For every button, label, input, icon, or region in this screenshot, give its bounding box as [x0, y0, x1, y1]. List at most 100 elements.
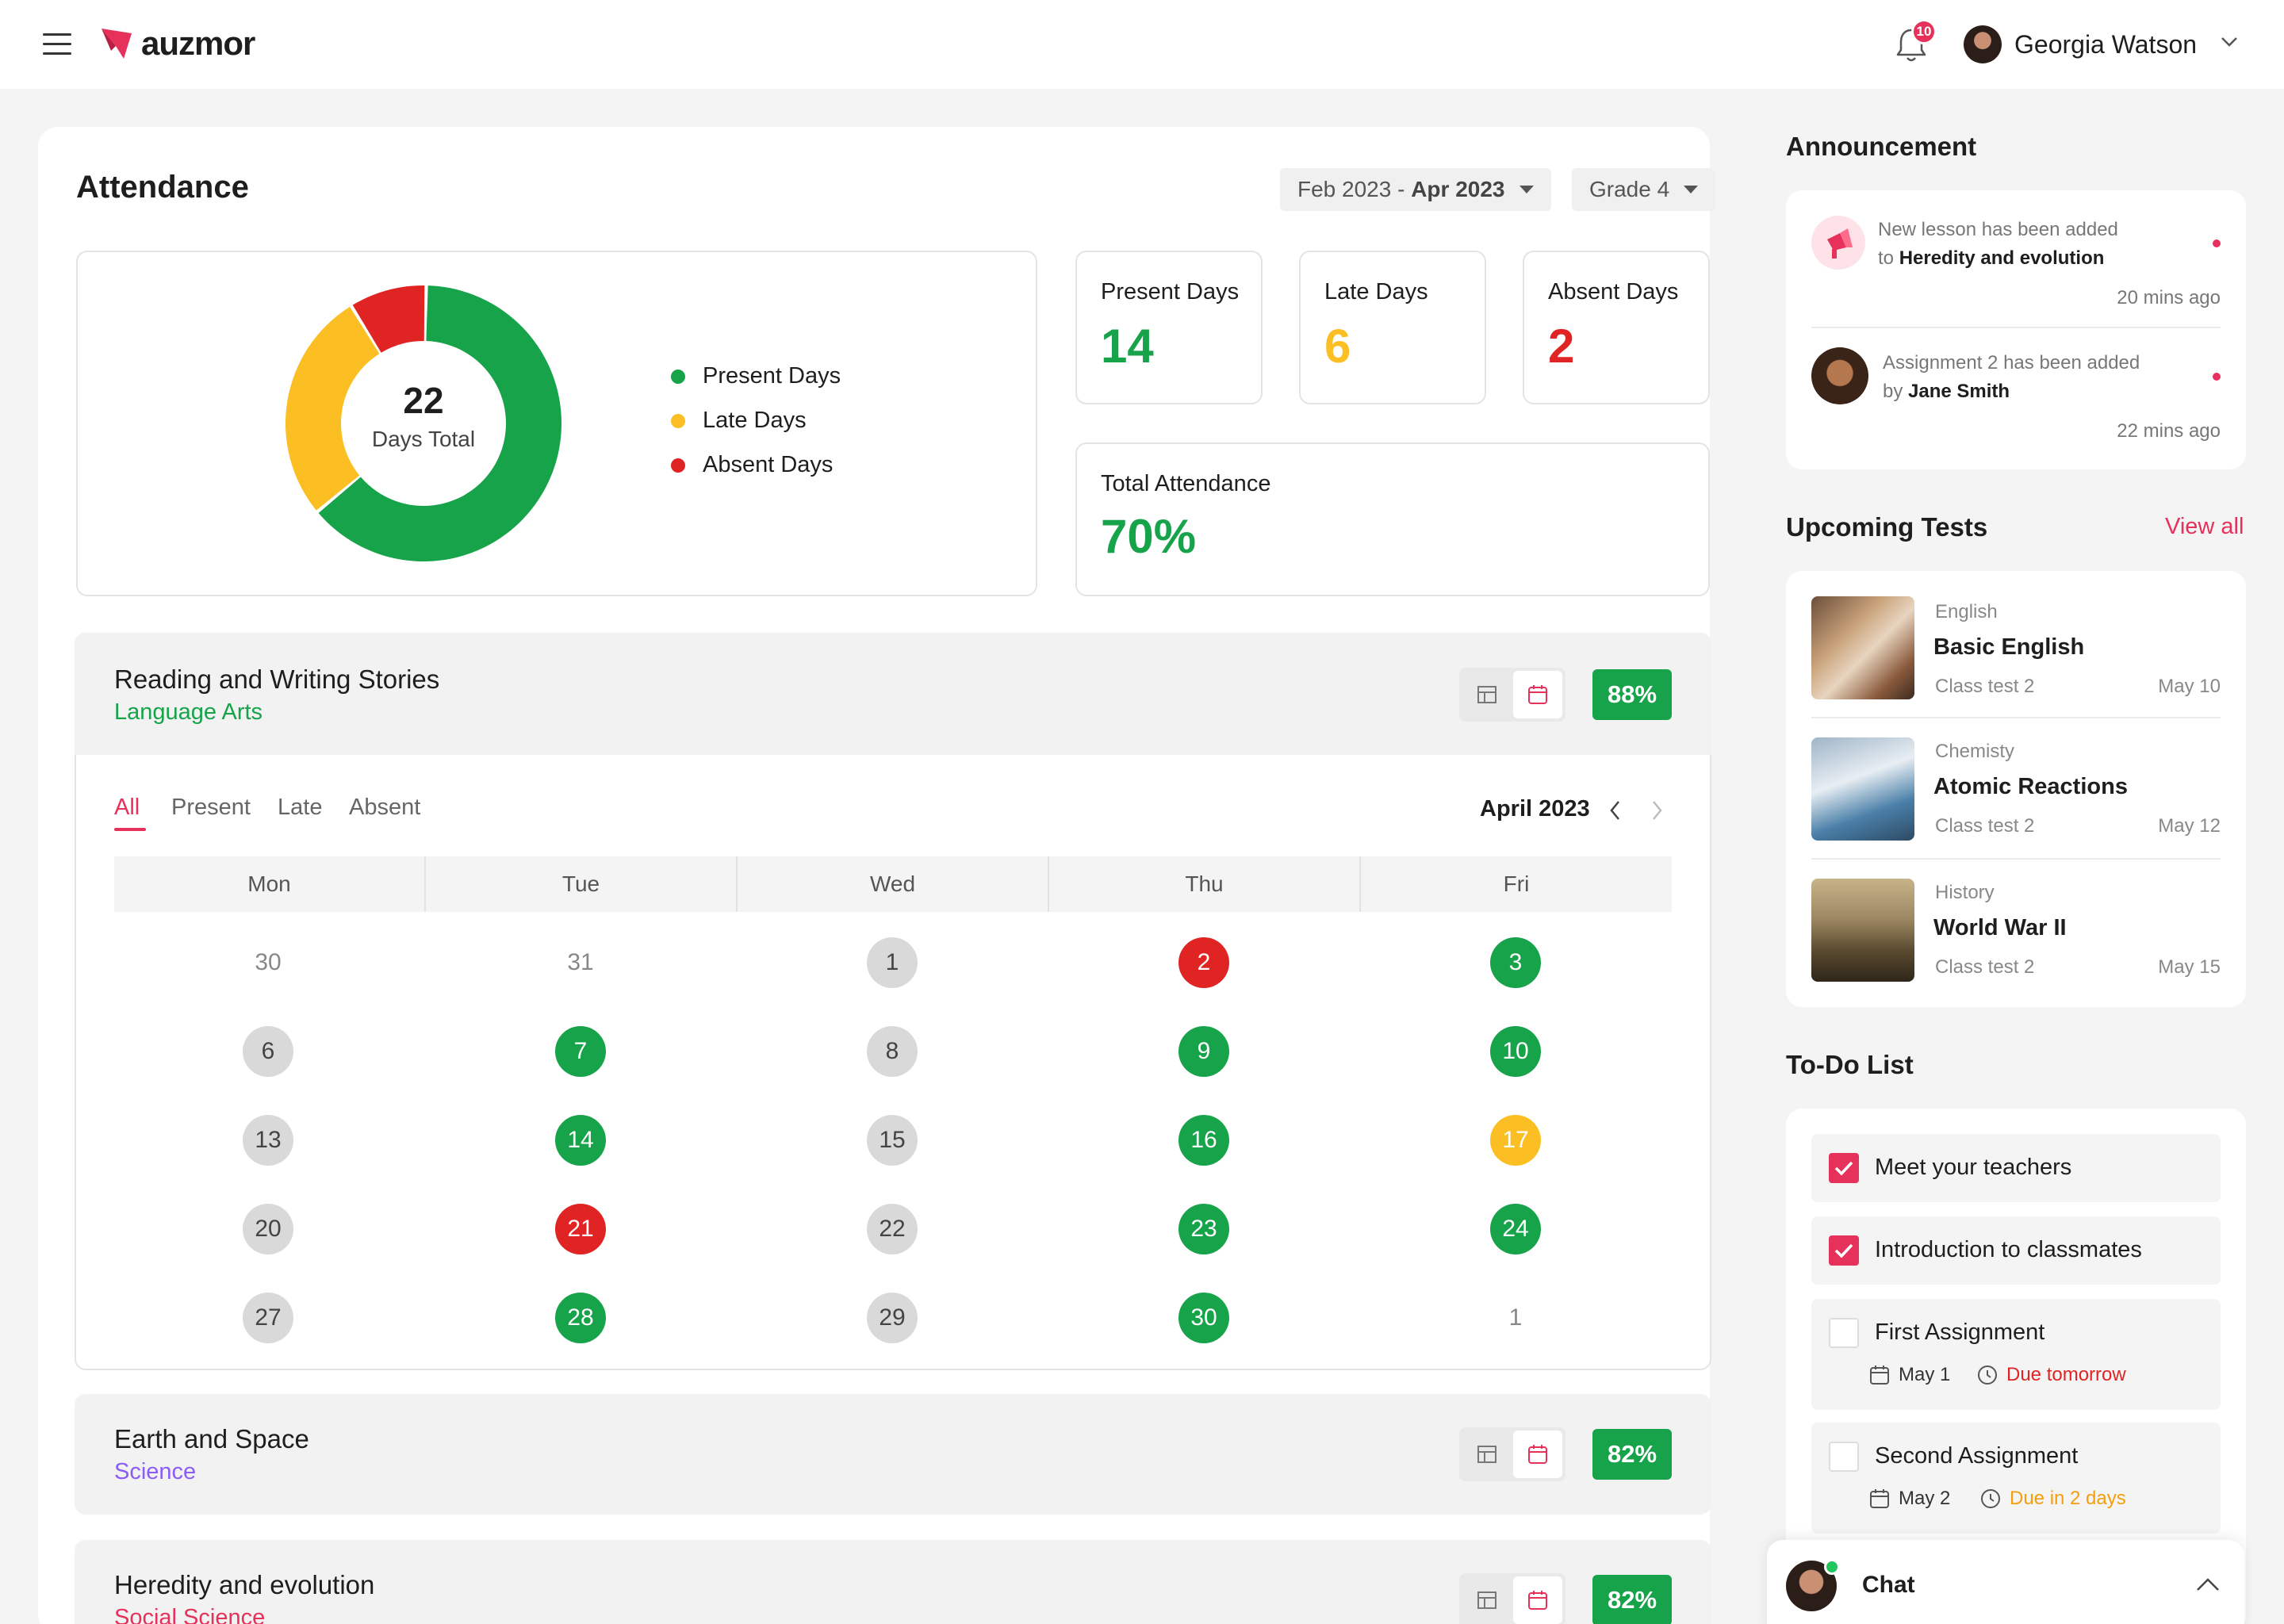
chat-label: Chat — [1862, 1572, 1915, 1598]
todo-item[interactable] — [1811, 1299, 2221, 1410]
subject-percent-badge: 82% — [1592, 1575, 1672, 1624]
calendar-day-present[interactable]: 28 — [555, 1293, 606, 1343]
legend-dot-present — [671, 369, 685, 384]
todo-date-label: May 1 — [1899, 1364, 1951, 1385]
notification-count-badge: 10 — [1911, 19, 1937, 44]
menu-icon[interactable] — [43, 33, 71, 56]
todo-checkbox[interactable] — [1829, 1153, 1859, 1183]
calendar-day-present[interactable]: 7 — [555, 1026, 606, 1077]
megaphone-icon — [1811, 216, 1865, 270]
tab-all[interactable]: All — [114, 795, 140, 821]
grade-filter-label: Grade 4 — [1589, 177, 1670, 201]
todo-checkbox[interactable] — [1829, 1318, 1859, 1348]
tab-absent[interactable]: Absent — [349, 795, 420, 821]
todo-item[interactable] — [1811, 1423, 2221, 1534]
logo-mark-icon — [102, 29, 132, 59]
chevron-up-icon[interactable] — [2195, 1576, 2221, 1592]
calendar-day-none[interactable]: 29 — [867, 1293, 918, 1343]
test-thumbnail — [1811, 596, 1914, 699]
test-name[interactable]: Basic English — [1933, 634, 2084, 661]
calendar-day-present[interactable]: 3 — [1490, 937, 1541, 988]
present-days-value: 14 — [1101, 320, 1154, 373]
calendar-day-present[interactable]: 16 — [1178, 1115, 1229, 1166]
announcement-link[interactable]: Heredity and evolution — [1899, 247, 2105, 269]
announcement-link[interactable]: Jane Smith — [1908, 381, 2010, 402]
caret-down-icon — [1519, 186, 1534, 193]
calendar-view-button[interactable] — [1513, 1576, 1562, 1624]
chevron-down-icon[interactable] — [2221, 36, 2238, 48]
test-subtitle: Class test 2 — [1935, 956, 2035, 978]
calendar-day-none[interactable]: 20 — [243, 1204, 293, 1254]
announcement-title: Announcement — [1786, 132, 1977, 161]
calendar-day-none[interactable]: 13 — [243, 1115, 293, 1166]
calendar-day-none[interactable]: 15 — [867, 1115, 918, 1166]
calendar-day-out[interactable]: 30 — [243, 937, 293, 988]
total-attendance-label: Total Attendance — [1101, 471, 1271, 496]
announcement-item-text: Assignment 2 has been added by Jane Smit… — [1883, 349, 2140, 406]
calendar-icon — [1528, 1591, 1547, 1610]
user-name[interactable]: Georgia Watson — [2014, 30, 2197, 59]
legend-item-absent: Absent Days — [671, 452, 833, 478]
todo-checkbox[interactable] — [1829, 1235, 1859, 1266]
todo-date-label: May 2 — [1899, 1488, 1951, 1509]
view-all-link[interactable]: View all — [2165, 514, 2244, 540]
tab-present[interactable]: Present — [171, 795, 251, 821]
online-status-dot — [1824, 1559, 1840, 1575]
table-view-button[interactable] — [1462, 1576, 1512, 1624]
user-avatar[interactable] — [1964, 25, 2002, 63]
calendar-day-present[interactable]: 9 — [1178, 1026, 1229, 1077]
calendar-day-none[interactable]: 1 — [867, 937, 918, 988]
weekday-fri: Fri — [1503, 871, 1530, 896]
logo: auzmor — [100, 24, 255, 63]
check-icon — [1834, 1161, 1853, 1176]
todo-checkbox[interactable] — [1829, 1442, 1859, 1472]
table-view-button[interactable] — [1462, 671, 1512, 718]
total-attendance-value: 70% — [1101, 510, 1197, 563]
legend-label-late: Late Days — [703, 408, 807, 433]
previous-month-icon[interactable] — [1608, 799, 1623, 822]
chat-bar[interactable]: Chat — [1767, 1540, 2244, 1624]
upcoming-tests-title: Upcoming Tests — [1786, 512, 1988, 542]
calendar-day-absent[interactable]: 21 — [555, 1204, 606, 1254]
todo-due: Due tomorrow — [1976, 1364, 2126, 1386]
test-subtitle: Class test 2 — [1935, 815, 2035, 837]
todo-title: To-Do List — [1786, 1050, 1914, 1079]
test-name[interactable]: World War II — [1933, 915, 2067, 941]
absent-days-value: 2 — [1548, 320, 1575, 373]
unread-dot — [2213, 373, 2221, 381]
view-toggle — [1459, 1427, 1565, 1481]
active-tab-indicator — [114, 828, 146, 831]
calendar-day-present[interactable]: 10 — [1490, 1026, 1541, 1077]
calendar-day-present[interactable]: 30 — [1178, 1293, 1229, 1343]
period-filter[interactable]: Feb 2023 - Apr 2023 — [1280, 168, 1551, 211]
calendar-day-absent[interactable]: 2 — [1178, 937, 1229, 988]
todo-date: May 1 — [1868, 1364, 1950, 1386]
todo-due: Due in 2 days — [1979, 1488, 2126, 1510]
subject-title: Earth and Space — [114, 1424, 309, 1454]
test-date: May 12 — [2158, 815, 2221, 837]
tab-late[interactable]: Late — [278, 795, 322, 821]
calendar-icon — [1528, 685, 1547, 704]
calendar-day-none[interactable]: 27 — [243, 1293, 293, 1343]
calendar-day-late[interactable]: 17 — [1490, 1115, 1541, 1166]
calendar-view-button[interactable] — [1513, 1431, 1562, 1478]
table-view-button[interactable] — [1462, 1431, 1512, 1478]
calendar-day-none[interactable]: 8 — [867, 1026, 918, 1077]
calendar-day-out[interactable]: 1 — [1490, 1293, 1541, 1343]
weekday-mon: Mon — [114, 856, 426, 912]
view-toggle — [1459, 668, 1565, 722]
calendar-day-none[interactable]: 22 — [867, 1204, 918, 1254]
table-icon — [1477, 1591, 1496, 1609]
caret-down-icon — [1684, 186, 1699, 193]
calendar-day-none[interactable]: 6 — [243, 1026, 293, 1077]
weekday-thu: Thu — [1049, 856, 1361, 912]
calendar-day-present[interactable]: 14 — [555, 1115, 606, 1166]
todo-label: Meet your teachers — [1875, 1155, 2072, 1180]
next-month-icon[interactable] — [1650, 799, 1664, 822]
calendar-view-button[interactable] — [1513, 671, 1562, 718]
calendar-day-present[interactable]: 24 — [1490, 1204, 1541, 1254]
test-name[interactable]: Atomic Reactions — [1933, 774, 2128, 800]
calendar-day-present[interactable]: 23 — [1178, 1204, 1229, 1254]
grade-filter[interactable]: Grade 4 — [1572, 168, 1716, 211]
calendar-day-out[interactable]: 31 — [555, 937, 606, 988]
